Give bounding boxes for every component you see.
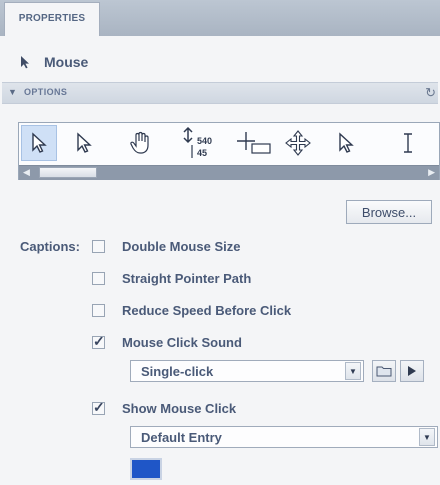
object-header: Mouse <box>20 50 88 74</box>
mouse-click-sound-label: Mouse Click Sound <box>122 334 242 350</box>
double-mouse-size-option[interactable]: Double Mouse Size <box>92 236 240 256</box>
object-name: Mouse <box>44 54 89 70</box>
browse-button[interactable]: Browse... <box>346 200 432 224</box>
resize-readout-2: 45 <box>197 148 207 158</box>
click-sound-select[interactable]: Single-click ▼ <box>130 360 364 382</box>
resize-cursor-icon: 540 45 <box>183 126 212 158</box>
reduce-speed-option[interactable]: Reduce Speed Before Click <box>92 300 291 320</box>
pointer-list-items: 540 45 <box>19 123 439 163</box>
show-mouse-click-checkbox[interactable] <box>92 399 105 416</box>
collapse-triangle-icon[interactable]: ▼ <box>8 87 17 97</box>
click-effect-select[interactable]: Default Entry ▼ <box>130 426 438 448</box>
pointer-item-7[interactable] <box>329 125 363 161</box>
click-color-swatch[interactable] <box>130 458 162 480</box>
scroll-left-icon[interactable]: ◀ <box>23 167 30 178</box>
scroll-right-icon[interactable]: ▶ <box>428 167 435 178</box>
play-icon <box>408 366 416 376</box>
arrow-pointer-icon <box>21 56 29 69</box>
mouse-click-sound-checkbox[interactable] <box>92 333 105 350</box>
arrow-outline-cursor-icon <box>339 132 354 153</box>
move-cursor-icon <box>285 130 311 156</box>
pointer-list-scrollbar[interactable]: ◀ ▶ <box>19 165 439 180</box>
show-mouse-click-label: Show Mouse Click <box>122 400 237 416</box>
text-cursor-icon <box>404 133 412 153</box>
arrow-cursor-icon <box>32 132 47 153</box>
play-sound-button[interactable] <box>400 360 424 382</box>
section-title: OPTIONS <box>24 87 68 97</box>
options-section-header[interactable]: ▼ OPTIONS ↻ <box>2 82 438 104</box>
chevron-down-icon[interactable]: ▼ <box>419 428 435 446</box>
chevron-down-icon[interactable]: ▼ <box>345 362 361 380</box>
double-mouse-size-checkbox[interactable] <box>92 239 105 253</box>
straight-pointer-path-label: Straight Pointer Path <box>122 270 252 286</box>
captions-label: Captions: <box>20 239 80 254</box>
folder-icon <box>376 366 392 377</box>
pointer-item-2[interactable] <box>67 125 101 161</box>
refresh-icon[interactable]: ↻ <box>425 85 436 101</box>
panel-tab-bar: PROPERTIES <box>0 0 440 37</box>
pointer-item-3[interactable] <box>123 125 157 161</box>
pointer-item-1[interactable] <box>21 125 57 161</box>
properties-panel: Mouse ▼ OPTIONS ↻ 540 45 ◀ ▶ Browse... C… <box>0 36 440 485</box>
hand-cursor-icon <box>130 131 149 154</box>
click-effect-value: Default Entry <box>141 429 222 445</box>
reduce-speed-label: Reduce Speed Before Click <box>122 302 292 318</box>
resize-readout-1: 540 <box>197 136 212 146</box>
crosshair-cursor-icon <box>237 132 271 154</box>
pointer-item-5[interactable] <box>235 125 275 161</box>
click-sound-value: Single-click <box>141 363 214 379</box>
scrollbar-thumb[interactable] <box>39 167 97 178</box>
mouse-click-sound-option[interactable]: Mouse Click Sound <box>92 332 242 352</box>
pointer-item-4[interactable]: 540 45 <box>179 125 227 161</box>
straight-pointer-path-option[interactable]: Straight Pointer Path <box>92 268 251 288</box>
reduce-speed-checkbox[interactable] <box>92 303 105 317</box>
pointer-item-6[interactable] <box>281 125 315 161</box>
arrow-outline-cursor-icon <box>77 132 92 153</box>
browse-sound-button[interactable] <box>372 360 396 382</box>
tab-properties[interactable]: PROPERTIES <box>4 2 100 36</box>
double-mouse-size-label: Double Mouse Size <box>122 238 241 254</box>
show-mouse-click-option[interactable]: Show Mouse Click <box>92 398 236 418</box>
pointer-item-8[interactable] <box>391 125 425 161</box>
straight-pointer-path-checkbox[interactable] <box>92 271 105 285</box>
pointer-list: 540 45 ◀ ▶ <box>18 122 440 180</box>
